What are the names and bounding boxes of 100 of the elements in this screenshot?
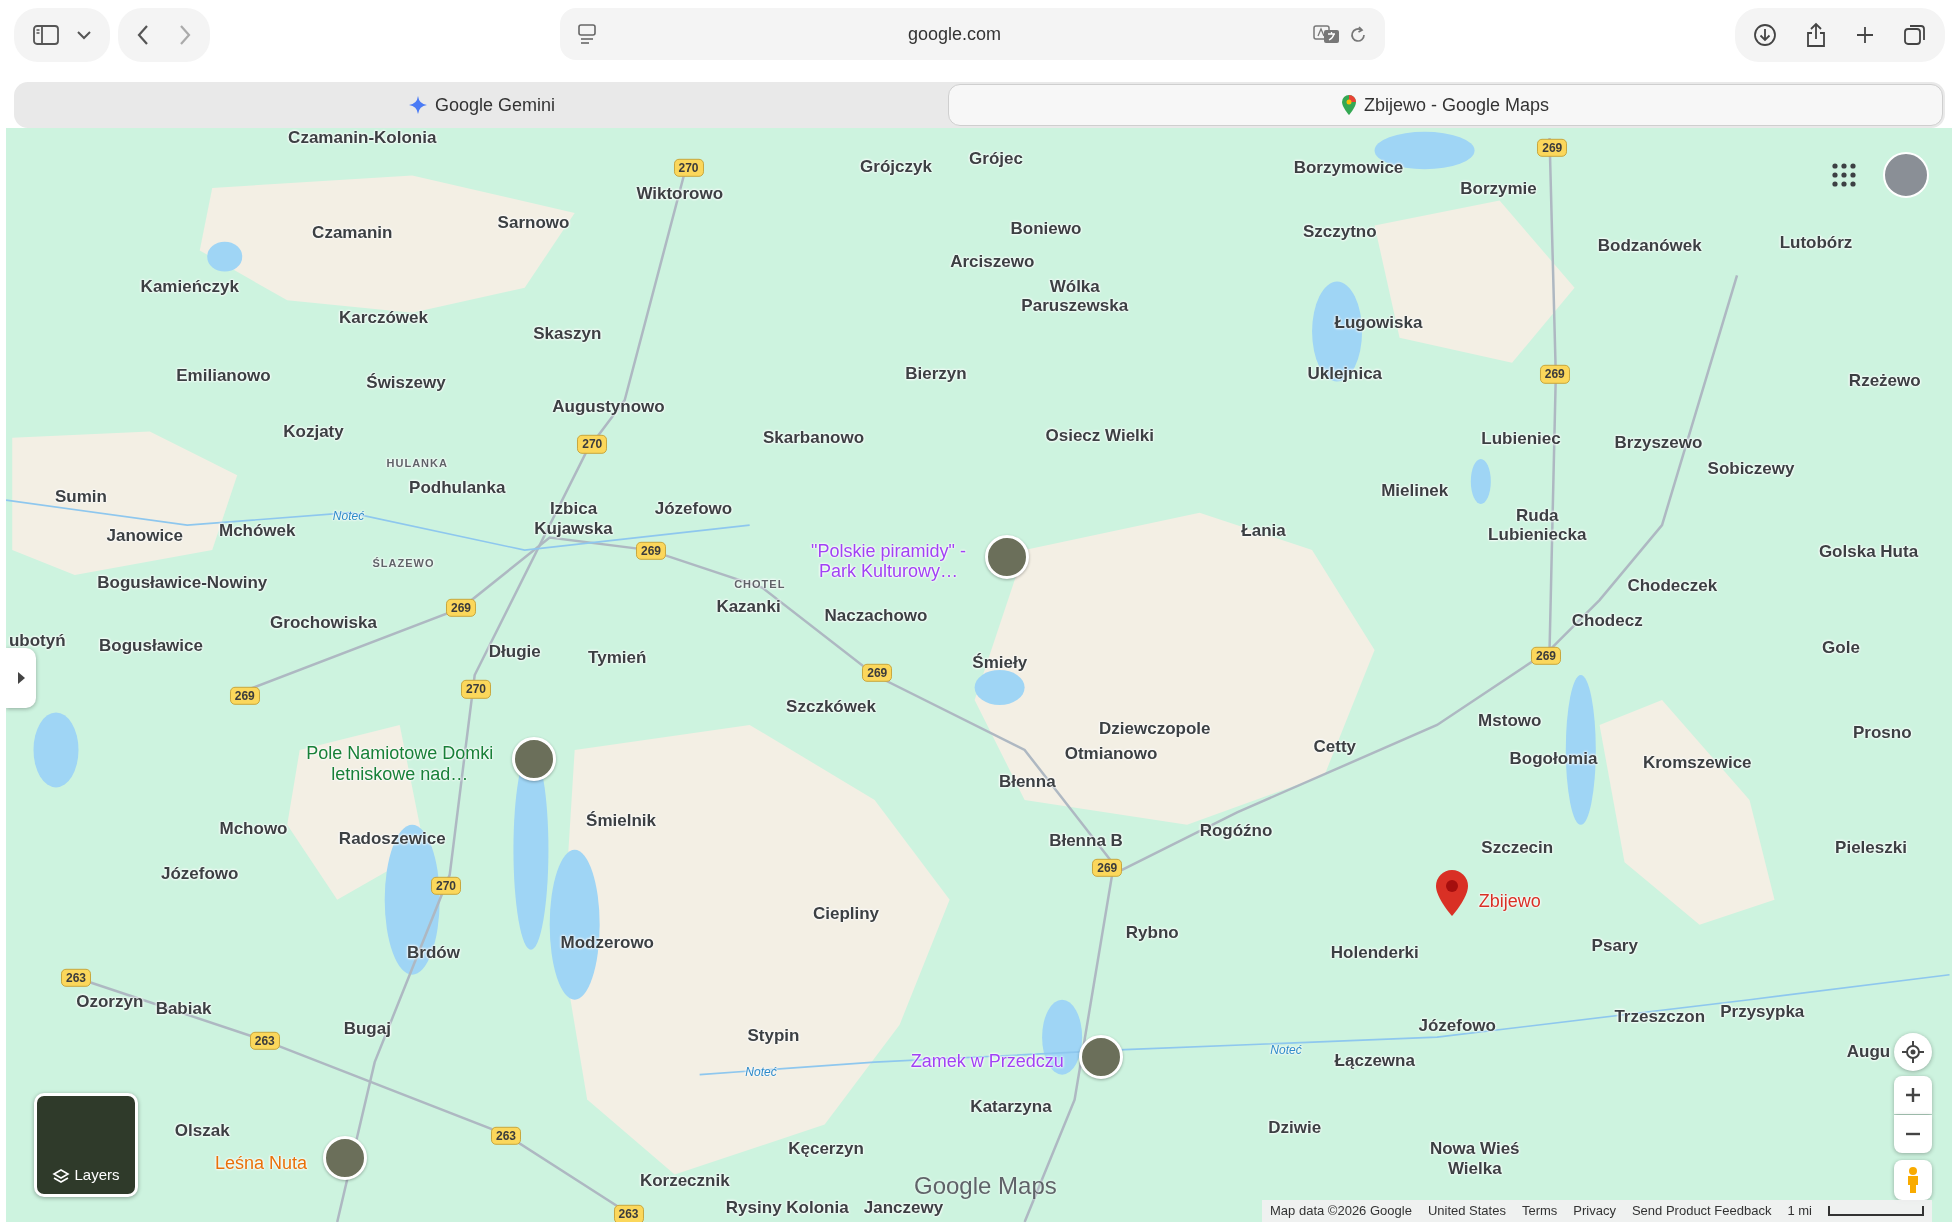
footer-link[interactable]: Privacy — [1573, 1201, 1616, 1221]
river-label: Noteć — [332, 509, 365, 524]
avatar[interactable] — [1883, 152, 1929, 198]
address-bar[interactable]: google.com — [560, 8, 1385, 60]
zoom-in-button[interactable] — [1894, 1076, 1932, 1114]
place-label: Golska Huta — [1818, 542, 1919, 562]
place-label: CHOTEL — [734, 577, 786, 591]
place-label: Bogusławice-Nowiny — [97, 573, 268, 593]
place-label: Mchówek — [219, 520, 296, 541]
map-pin-icon[interactable] — [1435, 868, 1470, 917]
place-label: Szczecin — [1481, 838, 1554, 858]
place-label: Prosno — [1852, 723, 1912, 743]
translate-icon[interactable] — [1313, 24, 1341, 44]
photo-placeholder[interactable] — [322, 1136, 367, 1180]
road-shield: 270 — [431, 876, 461, 895]
lake — [207, 241, 243, 272]
place-label: Sobiczewy — [1707, 459, 1795, 479]
place-label: Bodzanówek — [1597, 235, 1702, 256]
poi-label[interactable]: Pole Namiotowe Domki letniskowe nad… — [290, 743, 510, 785]
caret-right-icon — [16, 671, 26, 685]
place-label: Śmielnik — [586, 810, 656, 831]
place-label: Ozorzyn — [76, 992, 144, 1012]
road-shield: 263 — [249, 1031, 280, 1050]
place-label: Gole — [1822, 638, 1860, 658]
footer-link[interactable]: Terms — [1521, 1201, 1558, 1221]
scale-label: 1 mi — [1787, 1202, 1812, 1221]
browser-tab[interactable]: Google Gemini — [16, 84, 948, 126]
layers-button[interactable]: Layers — [34, 1093, 138, 1197]
sparkle-icon — [408, 96, 427, 114]
chevron-down-icon — [76, 30, 92, 40]
place-label: Holenderki — [1330, 943, 1419, 963]
photo-placeholder[interactable] — [985, 534, 1030, 579]
footer-link[interactable]: Send Product Feedback — [1631, 1201, 1772, 1221]
plus-icon — [1855, 25, 1875, 45]
place-label: Czamanin — [312, 223, 393, 243]
place-label: Szczytno — [1302, 222, 1377, 242]
road-shield: 269 — [446, 598, 476, 618]
place-label: Mchowo — [219, 819, 288, 839]
place-label: Modzerowo — [560, 933, 654, 953]
place-label: Rybno — [1125, 923, 1179, 943]
download-icon — [1753, 23, 1777, 47]
place-label: Nowa Wieś Wielka — [1428, 1139, 1521, 1179]
place-label: Pieleszki — [1835, 838, 1907, 858]
place-label: ubotyń — [8, 630, 66, 651]
back-icon — [136, 24, 150, 46]
road-shield: 263 — [61, 968, 91, 988]
layers-icon — [52, 1168, 71, 1186]
place-label: Śmieły — [972, 653, 1028, 673]
address-text[interactable]: google.com — [596, 20, 1313, 48]
poi-label[interactable]: Zamek w Przedczu — [910, 1050, 1064, 1071]
place-label: Karczówek — [339, 308, 428, 328]
place-label: Skaszyn — [533, 324, 602, 344]
map-pin-icon — [1341, 95, 1356, 115]
place-label: Podhulanka — [409, 478, 506, 498]
browser-tab[interactable]: Zbijewo - Google Maps — [948, 84, 1943, 126]
place-label: Brdów — [407, 943, 460, 963]
pin-label[interactable]: Zbijewo — [1478, 890, 1541, 911]
place-label: Grochowiska — [270, 613, 377, 633]
place-label: Ługowiska — [1334, 313, 1423, 333]
place-label: Józefowo — [1418, 1015, 1496, 1036]
place-label: Janowice — [106, 525, 183, 546]
place-label: Bogołomia — [1509, 749, 1598, 769]
place-label: Otmianowo — [1064, 744, 1158, 764]
sidebar-icon — [32, 24, 60, 46]
page-menu-icon[interactable] — [578, 24, 596, 44]
place-label: ŚLAZEWO — [372, 556, 435, 570]
place-label: Mstowo — [1478, 710, 1542, 731]
place-label: Trzeszczon — [1614, 1007, 1706, 1027]
reload-icon[interactable] — [1349, 24, 1367, 44]
poi-label[interactable]: "Polskie piramidy" - Park Kulturowy… — [794, 541, 983, 583]
footer-link[interactable]: United States — [1427, 1201, 1506, 1221]
place-label: Grójec — [969, 149, 1023, 169]
place-label: Kazanki — [716, 597, 781, 617]
place-label: Błenna B — [1049, 830, 1123, 851]
place-label: Wólka Paruszewska — [1020, 277, 1130, 317]
river-label: Noteć — [745, 1066, 777, 1080]
apps-grid-icon[interactable] — [1831, 162, 1857, 188]
place-label: HULANKA — [386, 456, 448, 470]
place-label: Wiktorowo — [636, 184, 724, 204]
lake — [1470, 458, 1491, 504]
place-label: Józefowo — [161, 864, 239, 884]
photo-placeholder[interactable] — [1079, 1034, 1123, 1079]
side-panel-expand-button[interactable] — [6, 648, 36, 708]
place-label: Augustynowo — [552, 397, 665, 417]
place-label: Janczewy — [863, 1198, 944, 1218]
photo-placeholder[interactable] — [511, 737, 556, 782]
my-location-button[interactable] — [1894, 1033, 1932, 1071]
place-label: Przysypka — [1720, 1002, 1805, 1022]
place-label: Stypin — [747, 1025, 800, 1046]
place-label: Bierzyn — [905, 364, 967, 384]
place-label: Cetty — [1313, 737, 1356, 757]
place-label: Radoszewice — [338, 829, 446, 849]
place-label: Świszewy — [366, 373, 446, 393]
place-label: Babiak — [155, 999, 212, 1019]
place-label: Mielinek — [1381, 480, 1449, 501]
place-label: Kromszewice — [1642, 753, 1752, 773]
place-label: Brzyszewo — [1614, 433, 1703, 453]
place-label: Chodecz — [1571, 610, 1643, 631]
river-label: Noteć — [1270, 1043, 1302, 1058]
zoom-in-icon — [1905, 1087, 1921, 1103]
